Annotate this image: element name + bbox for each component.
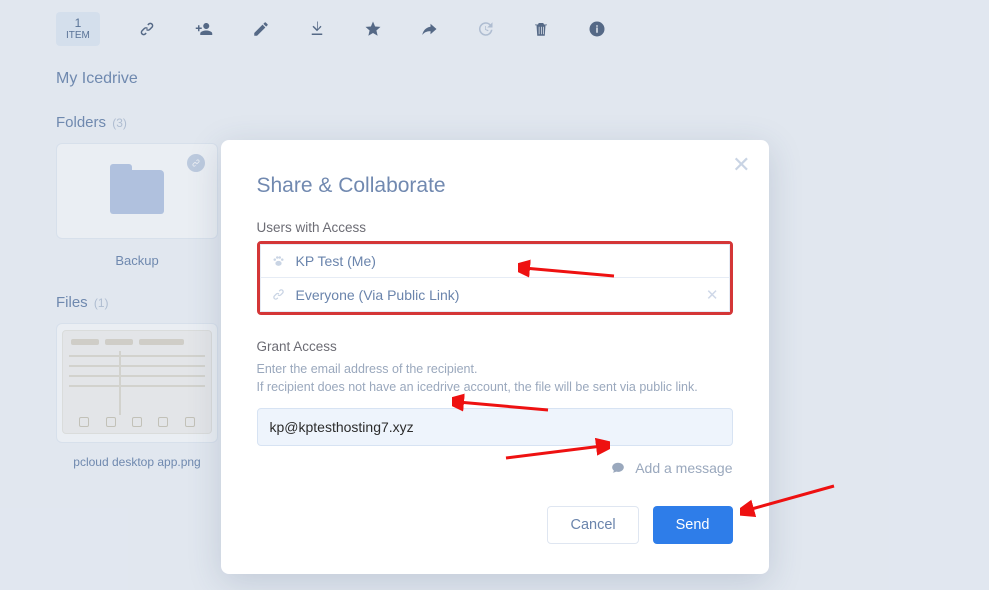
grant-access-help: Enter the email address of the recipient… — [257, 360, 733, 396]
cancel-button[interactable]: Cancel — [547, 506, 638, 544]
grant-access-section: Grant Access Enter the email address of … — [257, 339, 733, 476]
access-list: KP Test (Me) Everyone (Via Public Link) … — [257, 241, 733, 315]
close-icon[interactable]: ✕ — [732, 154, 750, 176]
access-row-label: Everyone (Via Public Link) — [296, 287, 460, 303]
access-row-owner: KP Test (Me) — [260, 244, 730, 278]
message-icon — [611, 460, 629, 476]
modal-actions: Cancel Send — [257, 506, 733, 544]
add-message-label: Add a message — [635, 460, 732, 476]
link-icon — [271, 287, 286, 302]
users-with-access-label: Users with Access — [257, 220, 733, 235]
paw-icon — [271, 254, 286, 269]
access-row-public: Everyone (Via Public Link) ✕ — [260, 278, 730, 312]
help-line-2: If recipient does not have an icedrive a… — [257, 380, 698, 394]
modal-title: Share & Collaborate — [257, 174, 733, 198]
add-message-link[interactable]: Add a message — [257, 460, 733, 476]
share-modal: ✕ Share & Collaborate Users with Access … — [221, 140, 769, 574]
send-button[interactable]: Send — [653, 506, 733, 544]
recipient-email-input[interactable] — [257, 408, 733, 446]
grant-access-label: Grant Access — [257, 339, 733, 354]
help-line-1: Enter the email address of the recipient… — [257, 362, 478, 376]
access-row-label: KP Test (Me) — [296, 253, 376, 269]
modal-overlay: ✕ Share & Collaborate Users with Access … — [0, 0, 989, 590]
remove-access-icon[interactable]: ✕ — [706, 286, 719, 304]
